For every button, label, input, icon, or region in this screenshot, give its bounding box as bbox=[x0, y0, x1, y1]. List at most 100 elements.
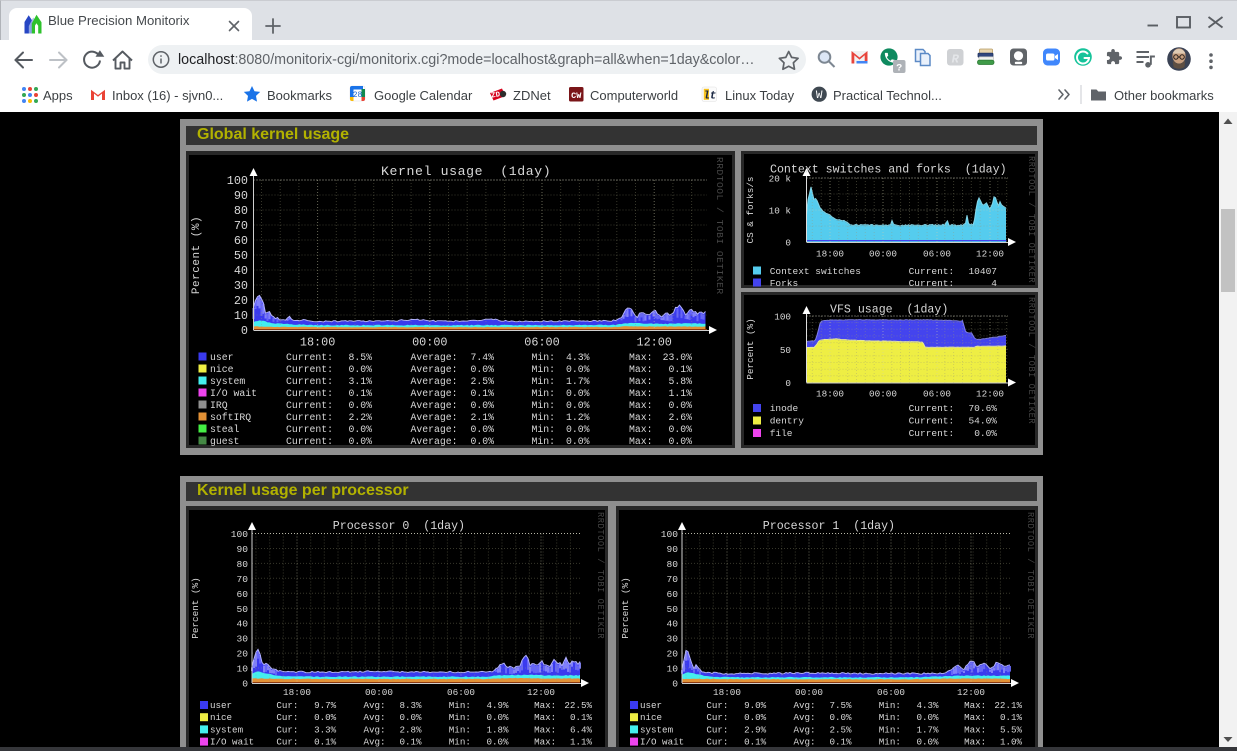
svg-text:20: 20 bbox=[236, 649, 248, 660]
svg-text:I/O wait: I/O wait bbox=[640, 737, 684, 747]
svg-text:Average:: Average: bbox=[411, 352, 458, 363]
svg-text:Avg:: Avg: bbox=[364, 700, 386, 711]
svg-text:Max:: Max: bbox=[629, 352, 653, 363]
svg-text:70.6%: 70.6% bbox=[968, 403, 997, 414]
svg-text:Min:: Min: bbox=[532, 436, 556, 447]
svg-text:20 k: 20 k bbox=[769, 174, 792, 185]
svg-text:30: 30 bbox=[666, 634, 678, 645]
svg-text:0.0%: 0.0% bbox=[314, 712, 337, 723]
svg-text:00:00: 00:00 bbox=[869, 389, 897, 400]
svg-text:Current:: Current: bbox=[286, 412, 333, 423]
svg-text:0: 0 bbox=[785, 238, 791, 249]
svg-text:1.0%: 1.0% bbox=[1000, 737, 1023, 747]
svg-text:Cur:: Cur: bbox=[276, 737, 298, 747]
svg-text:5.8%: 5.8% bbox=[668, 376, 692, 387]
svg-text:Avg:: Avg: bbox=[364, 724, 386, 735]
svg-text:0.1%: 0.1% bbox=[314, 737, 337, 747]
svg-text:Min:: Min: bbox=[449, 737, 471, 747]
svg-text:6.4%: 6.4% bbox=[570, 724, 593, 735]
svg-text:Max:: Max: bbox=[964, 700, 986, 711]
svg-text:4.3%: 4.3% bbox=[916, 700, 939, 711]
svg-text:0.0%: 0.0% bbox=[566, 436, 590, 447]
svg-text:1.7%: 1.7% bbox=[566, 376, 590, 387]
svg-text:0.1%: 0.1% bbox=[668, 364, 692, 375]
svg-text:Avg:: Avg: bbox=[794, 724, 816, 735]
svg-text:2.2%: 2.2% bbox=[348, 412, 372, 423]
svg-text:06:00: 06:00 bbox=[447, 687, 475, 698]
svg-text:5.5%: 5.5% bbox=[1000, 724, 1023, 735]
svg-text:0.0%: 0.0% bbox=[566, 388, 590, 399]
svg-text:0.1%: 0.1% bbox=[744, 737, 767, 747]
svg-text:Current:: Current: bbox=[286, 400, 333, 411]
svg-text:23.0%: 23.0% bbox=[663, 352, 693, 363]
svg-text:80: 80 bbox=[234, 204, 248, 218]
svg-text:20: 20 bbox=[666, 649, 678, 660]
svg-text:Max:: Max: bbox=[534, 724, 556, 735]
svg-text:RRDTOOL / TOBI OETIKER: RRDTOOL / TOBI OETIKER bbox=[714, 157, 725, 295]
svg-text:Min:: Min: bbox=[532, 364, 556, 375]
svg-text:Current:: Current: bbox=[286, 388, 333, 399]
svg-text:12:00: 12:00 bbox=[976, 389, 1004, 400]
svg-text:Min:: Min: bbox=[532, 400, 556, 411]
svg-text:50: 50 bbox=[666, 604, 678, 615]
svg-text:2.5%: 2.5% bbox=[829, 724, 852, 735]
svg-text:Max:: Max: bbox=[629, 400, 653, 411]
svg-text:18:00: 18:00 bbox=[283, 687, 311, 698]
svg-text:0.1%: 0.1% bbox=[1000, 712, 1023, 723]
svg-text:60: 60 bbox=[234, 234, 248, 248]
svg-text:Current:: Current: bbox=[909, 278, 955, 288]
svg-text:0.0%: 0.0% bbox=[668, 400, 692, 411]
svg-text:80: 80 bbox=[236, 559, 248, 570]
svg-text:1.1%: 1.1% bbox=[570, 737, 593, 747]
svg-text:0.0%: 0.0% bbox=[829, 712, 852, 723]
svg-text:Forks: Forks bbox=[770, 278, 799, 288]
svg-text:CS & forks/s: CS & forks/s bbox=[745, 177, 756, 244]
svg-text:Max:: Max: bbox=[629, 388, 653, 399]
svg-text:0.0%: 0.0% bbox=[348, 364, 372, 375]
svg-text:10: 10 bbox=[666, 664, 678, 675]
svg-text:06:00: 06:00 bbox=[923, 389, 951, 400]
svg-text:Max:: Max: bbox=[629, 412, 653, 423]
svg-text:system: system bbox=[210, 376, 245, 387]
svg-text:54.0%: 54.0% bbox=[968, 416, 997, 427]
svg-text:0: 0 bbox=[241, 324, 248, 338]
svg-text:22.5%: 22.5% bbox=[564, 700, 592, 711]
svg-text:0.0%: 0.0% bbox=[566, 400, 590, 411]
svg-text:RRDTOOL / TOBI OETIKER: RRDTOOL / TOBI OETIKER bbox=[1025, 512, 1035, 639]
svg-text:80: 80 bbox=[666, 559, 678, 570]
svg-text:0: 0 bbox=[672, 679, 678, 690]
svg-text:100: 100 bbox=[774, 312, 791, 323]
svg-text:Average:: Average: bbox=[411, 436, 458, 447]
svg-text:4.3%: 4.3% bbox=[566, 352, 590, 363]
svg-text:50: 50 bbox=[234, 249, 248, 263]
svg-text:0.0%: 0.0% bbox=[470, 436, 494, 447]
svg-text:Context switches and forks (1: Context switches and forks (1day) bbox=[770, 164, 1007, 177]
svg-text:Percent (%): Percent (%) bbox=[190, 577, 201, 638]
svg-text:CW: CW bbox=[571, 91, 582, 101]
svg-text:Max:: Max: bbox=[629, 436, 653, 447]
svg-text:nice: nice bbox=[210, 712, 232, 723]
svg-text:18:00: 18:00 bbox=[713, 687, 741, 698]
svg-text:06:00: 06:00 bbox=[877, 687, 905, 698]
svg-text:Min:: Min: bbox=[879, 712, 901, 723]
svg-text:00:00: 00:00 bbox=[365, 687, 393, 698]
svg-text:W: W bbox=[816, 90, 823, 102]
svg-text:0.0%: 0.0% bbox=[974, 428, 997, 439]
svg-text:0.0%: 0.0% bbox=[470, 424, 494, 435]
svg-text:Avg:: Avg: bbox=[794, 712, 816, 723]
svg-text:60: 60 bbox=[236, 589, 248, 600]
svg-text:Min:: Min: bbox=[532, 376, 556, 387]
svg-text:Percent (%): Percent (%) bbox=[745, 318, 756, 379]
svg-text:0.0%: 0.0% bbox=[348, 424, 372, 435]
svg-text:0.0%: 0.0% bbox=[668, 436, 692, 447]
svg-text:nice: nice bbox=[210, 364, 234, 375]
svg-text:10 k: 10 k bbox=[769, 206, 792, 217]
svg-text:2.1%: 2.1% bbox=[470, 412, 494, 423]
svg-text:12:00: 12:00 bbox=[636, 336, 671, 350]
svg-text:Average:: Average: bbox=[411, 400, 458, 411]
svg-text:Current:: Current: bbox=[909, 403, 955, 414]
svg-text:Min:: Min: bbox=[879, 724, 901, 735]
svg-text:lt: lt bbox=[703, 91, 716, 103]
svg-text:0.1%: 0.1% bbox=[348, 388, 372, 399]
svg-text:Average:: Average: bbox=[411, 376, 458, 387]
